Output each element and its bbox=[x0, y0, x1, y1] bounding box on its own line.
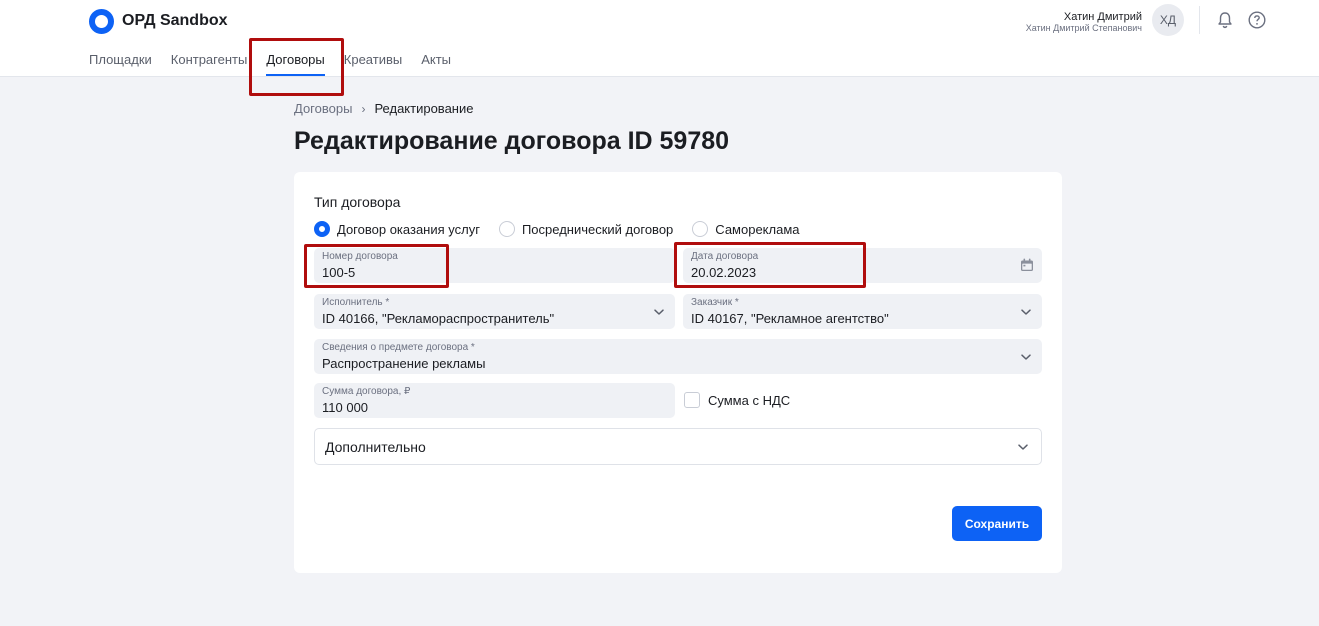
user-full-name: Хатин Дмитрий Степанович bbox=[1025, 23, 1142, 33]
main-nav: Площадки Контрагенты Договоры Креативы А… bbox=[89, 52, 470, 76]
breadcrumb: Договоры › Редактирование bbox=[294, 101, 473, 116]
calendar-icon[interactable] bbox=[1020, 258, 1034, 272]
nav-item-contracts[interactable]: Договоры bbox=[266, 52, 325, 76]
contract-type-group: Договор оказания услуг Посреднический до… bbox=[314, 221, 819, 237]
breadcrumb-current: Редактирование bbox=[374, 101, 474, 116]
executor-label: Исполнитель * bbox=[322, 297, 390, 308]
nav-item-acts[interactable]: Акты bbox=[421, 52, 451, 76]
header-divider bbox=[1199, 6, 1200, 34]
user-info[interactable]: Хатин Дмитрий Хатин Дмитрий Степанович bbox=[1026, 11, 1142, 33]
executor-value: ID 40166, "Рекламораспространитель" bbox=[322, 311, 555, 326]
contract-subject-select[interactable]: Сведения о предмете договора * Распростр… bbox=[314, 339, 1042, 374]
chevron-down-icon bbox=[654, 309, 664, 315]
nav-item-platforms[interactable]: Площадки bbox=[89, 52, 152, 76]
contract-number-field[interactable]: Номер договора 100-5 bbox=[314, 248, 675, 283]
contract-amount-label: Сумма договора, ₽ bbox=[322, 386, 411, 397]
additional-section-toggle[interactable]: Дополнительно bbox=[314, 428, 1042, 465]
radio-label: Договор оказания услуг bbox=[337, 221, 480, 237]
radio-label: Посреднический договор bbox=[521, 221, 674, 237]
save-button[interactable]: Сохранить bbox=[952, 506, 1042, 541]
user-name: Хатин Дмитрий bbox=[1063, 11, 1142, 23]
contract-date-field[interactable]: Дата договора 20.02.2023 bbox=[683, 248, 1042, 283]
chevron-down-icon bbox=[1021, 354, 1031, 360]
radio-label: Самореклама bbox=[715, 221, 800, 237]
logo-ring-icon bbox=[89, 8, 114, 34]
contract-subject-label: Сведения о предмете договора * bbox=[322, 342, 475, 353]
avatar[interactable]: ХД bbox=[1152, 4, 1184, 36]
question-circle-icon[interactable] bbox=[1248, 11, 1266, 29]
page-title: Редактирование договора ID 59780 bbox=[294, 127, 730, 155]
top-bar: ОРД Sandbox Площадки Контрагенты Договор… bbox=[0, 0, 1319, 77]
customer-value: ID 40167, "Рекламное агентство" bbox=[691, 311, 889, 326]
contract-subject-value: Распространение рекламы bbox=[322, 356, 486, 371]
customer-select[interactable]: Заказчик * ID 40167, "Рекламное агентств… bbox=[683, 294, 1042, 329]
breadcrumb-separator: › bbox=[361, 101, 366, 116]
radio-indicator bbox=[692, 221, 709, 237]
vat-checkbox[interactable]: Сумма с НДС bbox=[684, 392, 790, 408]
radio-self-advertising[interactable]: Самореклама bbox=[692, 221, 800, 237]
contract-form-card: Тип договора Договор оказания услуг Поср… bbox=[294, 172, 1062, 573]
contract-amount-value: 110 000 bbox=[322, 400, 369, 415]
contract-type-label: Тип договора bbox=[314, 194, 401, 210]
customer-label: Заказчик * bbox=[691, 297, 739, 308]
nav-item-creatives[interactable]: Креативы bbox=[344, 52, 402, 76]
app-logo[interactable]: ОРД Sandbox bbox=[89, 8, 228, 34]
radio-intermediary-contract[interactable]: Посреднический договор bbox=[498, 221, 674, 237]
breadcrumb-contracts[interactable]: Договоры bbox=[294, 101, 352, 116]
bell-icon[interactable] bbox=[1216, 11, 1234, 29]
checkbox-box bbox=[684, 392, 700, 408]
contract-date-label: Дата договора bbox=[691, 251, 759, 262]
contract-number-value: 100-5 bbox=[322, 265, 356, 280]
contract-date-value: 20.02.2023 bbox=[691, 265, 757, 280]
additional-section-label: Дополнительно bbox=[325, 439, 426, 455]
nav-item-counterparties[interactable]: Контрагенты bbox=[171, 52, 248, 76]
chevron-down-icon bbox=[1021, 309, 1031, 315]
radio-selected-indicator bbox=[314, 221, 330, 237]
vat-label: Сумма с НДС bbox=[708, 392, 791, 408]
contract-number-label: Номер договора bbox=[322, 251, 398, 262]
radio-service-contract[interactable]: Договор оказания услуг bbox=[314, 221, 480, 237]
app-name: ОРД Sandbox bbox=[122, 12, 228, 29]
chevron-down-icon bbox=[1018, 444, 1028, 450]
contract-amount-field[interactable]: Сумма договора, ₽ 110 000 bbox=[314, 383, 675, 418]
executor-select[interactable]: Исполнитель * ID 40166, "Рекламораспрост… bbox=[314, 294, 675, 329]
radio-indicator bbox=[498, 221, 515, 237]
